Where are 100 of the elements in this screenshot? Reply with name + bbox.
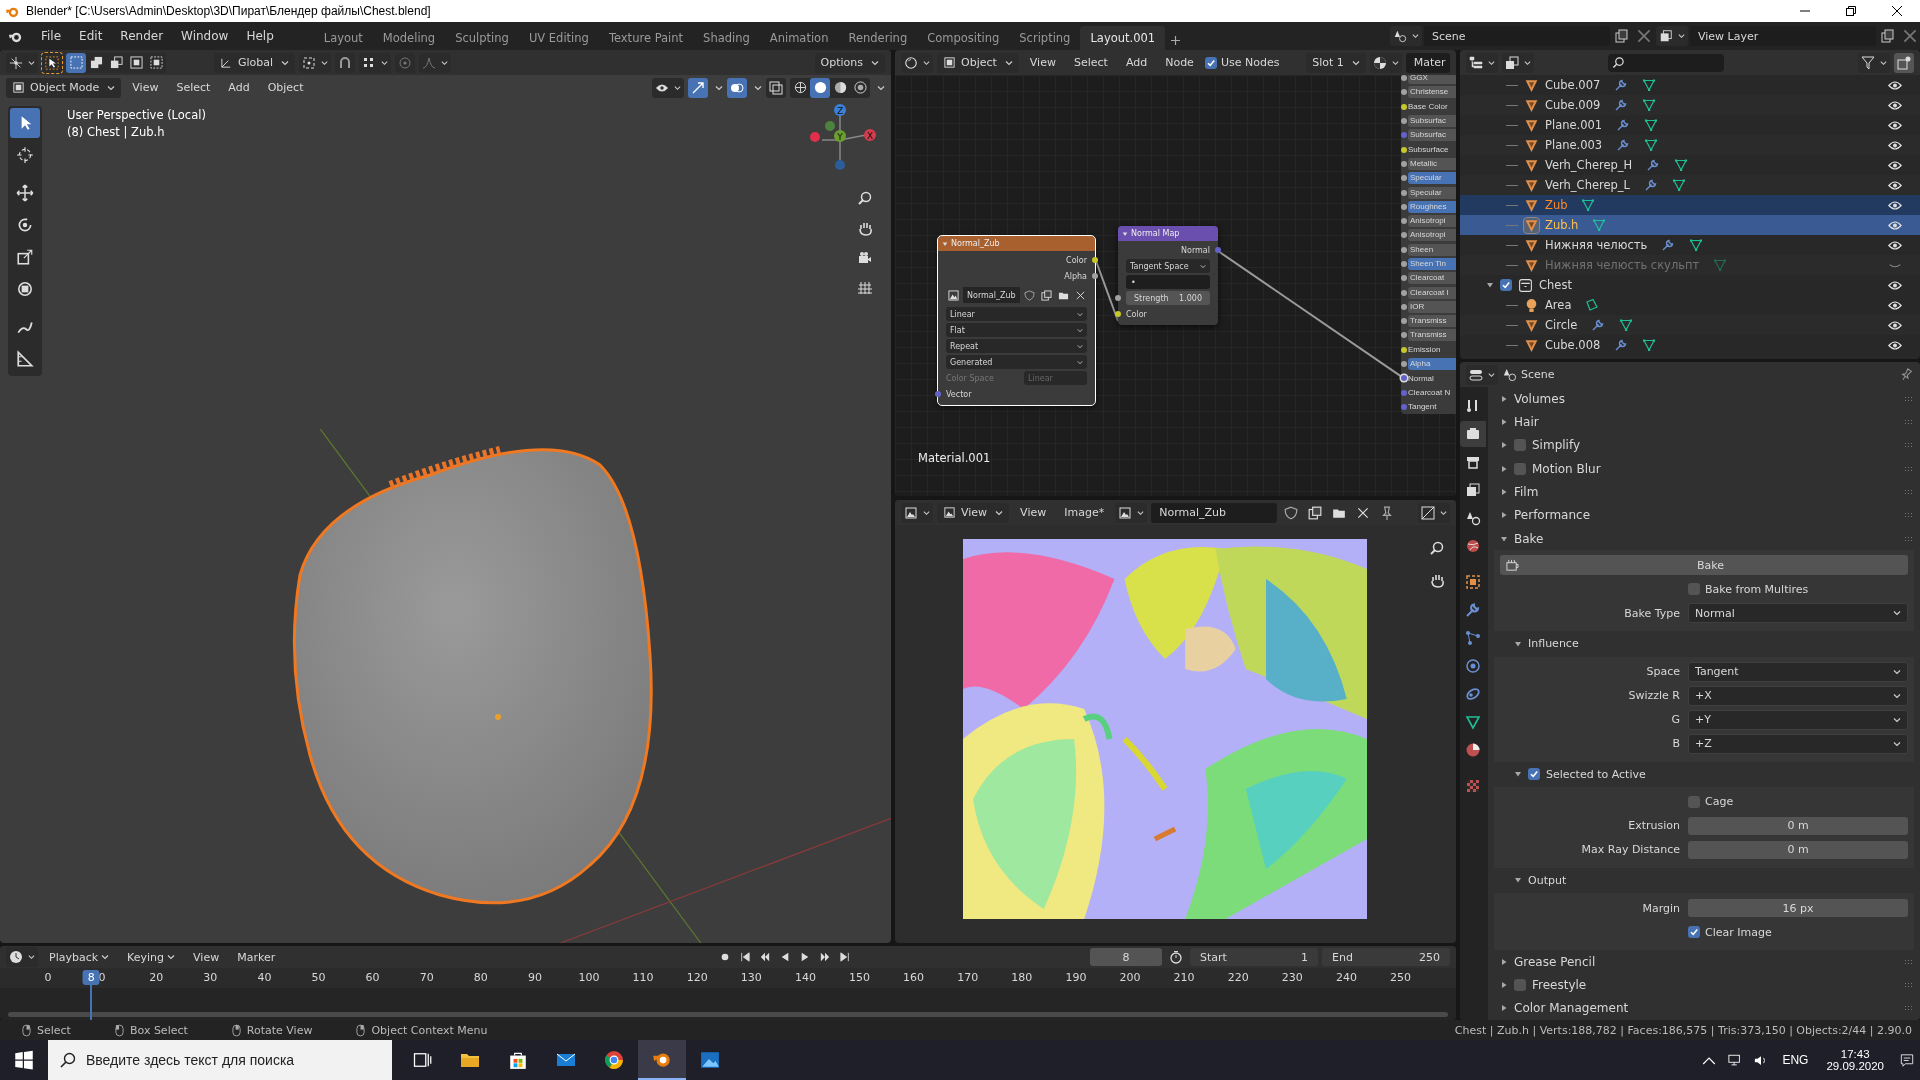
node-input-field[interactable]: Alpha xyxy=(1408,358,1456,371)
dropdown[interactable]: +Z xyxy=(1688,733,1908,754)
view-mode-dropdown[interactable]: View xyxy=(937,502,1010,523)
node-dropdown[interactable]: Generated xyxy=(946,355,1087,369)
outliner-row[interactable]: Zub.h xyxy=(1460,215,1920,235)
node-input-field[interactable]: Subsurfac xyxy=(1408,115,1456,128)
menu-item[interactable]: Help xyxy=(238,26,282,46)
dropdown[interactable]: +X xyxy=(1688,685,1908,706)
workspace-tab[interactable]: Scripting xyxy=(1009,26,1081,50)
checkbox-label[interactable]: Bake from Multires xyxy=(1705,582,1809,596)
image-name-field[interactable]: Normal_Zub xyxy=(963,287,1020,303)
end-frame-field[interactable]: End 250 xyxy=(1322,948,1450,966)
node-input-field[interactable]: Subsurfac xyxy=(1408,129,1456,142)
start-frame-field[interactable]: Start 1 xyxy=(1190,948,1318,966)
options-dropdown[interactable]: Options xyxy=(814,52,885,73)
menu-item[interactable]: Select xyxy=(1066,54,1115,71)
language-indicator[interactable]: ENG xyxy=(1782,1053,1809,1067)
object-name: Zub.h xyxy=(1545,218,1579,232)
node-input-field[interactable]: Metallic xyxy=(1408,157,1456,170)
outliner-row[interactable]: Нижняя челюсть xyxy=(1460,235,1920,255)
outliner-row[interactable]: Cube.007 xyxy=(1460,75,1920,95)
node-input-field[interactable]: Transmiss xyxy=(1408,329,1456,342)
node-input-field[interactable]: Anisotropi xyxy=(1408,215,1456,228)
workspace-tab[interactable]: Layout.001 xyxy=(1080,26,1166,50)
outliner-row[interactable]: Chest xyxy=(1460,275,1920,295)
node-header[interactable]: Normal_Zub xyxy=(938,236,1095,251)
workspace-tab[interactable]: Compositing xyxy=(917,26,1010,50)
node-dropdown[interactable]: Tangent Space xyxy=(1126,259,1210,273)
checkbox-label[interactable]: Cage xyxy=(1705,795,1734,809)
workspace-tab[interactable]: Sculpting xyxy=(445,26,519,50)
menu-item[interactable]: View xyxy=(1013,504,1054,521)
workspace-tab[interactable]: Shading xyxy=(693,26,760,50)
workspace-tab[interactable]: Layout xyxy=(313,26,373,50)
menu-item[interactable]: Add xyxy=(221,79,257,96)
current-frame-field[interactable]: 8 xyxy=(1090,948,1162,966)
workspace-tab[interactable]: Texture Paint xyxy=(598,26,694,50)
node-input-field[interactable]: Sheen xyxy=(1408,243,1456,256)
menu-item[interactable]: Edit xyxy=(71,26,111,46)
node-input-field[interactable]: Specular xyxy=(1408,186,1456,199)
menu-item[interactable]: File xyxy=(33,26,70,46)
node-header[interactable]: Normal Map xyxy=(1118,226,1218,241)
node-input-field[interactable]: Christense xyxy=(1408,86,1456,99)
dropdown[interactable]: Tangent xyxy=(1688,661,1908,682)
slot-dropdown[interactable]: Slot 1 xyxy=(1306,52,1366,73)
menu-item[interactable]: Select xyxy=(169,79,218,96)
shader-type-dropdown[interactable]: Object xyxy=(937,52,1019,73)
outliner-row[interactable]: Plane.001 xyxy=(1460,115,1920,135)
number-field[interactable]: 16 px xyxy=(1688,899,1908,918)
node-input-field[interactable]: Specular xyxy=(1408,172,1456,185)
axis-gizmo-drawing[interactable]: Z Y X xyxy=(800,100,880,180)
node-input-field[interactable]: Clearcoat xyxy=(1408,272,1456,285)
frame-number: 20 xyxy=(149,971,164,984)
number-field[interactable]: 0 m xyxy=(1688,840,1908,859)
menu-item[interactable]: View xyxy=(125,79,166,96)
search-field[interactable]: Введите здесь текст для поиска xyxy=(48,1040,392,1080)
image-name-field[interactable]: Normal_Zub xyxy=(1151,502,1278,523)
menu-item[interactable]: Playback xyxy=(42,948,117,966)
checkbox-label[interactable]: Clear Image xyxy=(1705,925,1772,939)
socket-label: Normal xyxy=(1408,373,1434,383)
view-layer-field[interactable]: View Layer xyxy=(1690,26,1876,46)
mode-dropdown[interactable]: Object Mode xyxy=(6,77,122,98)
menu-item[interactable]: Image* xyxy=(1057,504,1112,521)
workspace-tab[interactable]: Rendering xyxy=(838,26,918,50)
node-dropdown[interactable]: Repeat xyxy=(946,339,1087,353)
menu-item[interactable]: Window xyxy=(173,26,237,46)
node-input-field[interactable]: IOR xyxy=(1408,300,1456,313)
outliner-row[interactable]: Verh_Cherep_H xyxy=(1460,155,1920,175)
outliner-row[interactable]: Zub xyxy=(1460,195,1920,215)
menu-item[interactable]: Node xyxy=(1158,54,1201,71)
clock[interactable]: 17:43 29.09.2020 xyxy=(1826,1048,1884,1072)
orientation-dropdown[interactable]: Global xyxy=(214,52,296,73)
outliner-row[interactable]: Area xyxy=(1460,295,1920,315)
workspace-tab[interactable]: UV Editing xyxy=(518,26,599,50)
workspace-tab[interactable]: Modeling xyxy=(372,26,446,50)
node-input-field[interactable]: GGX xyxy=(1408,75,1456,85)
material-field[interactable]: Mater xyxy=(1405,52,1450,73)
menu-item[interactable]: View xyxy=(1022,54,1063,71)
menu-item[interactable]: Marker xyxy=(230,948,283,966)
bake-button[interactable]: Bake xyxy=(1500,555,1908,576)
checkbox-label[interactable]: Use Nodes xyxy=(1220,56,1280,69)
node-input-field[interactable]: Clearcoat I xyxy=(1408,286,1456,299)
node-input-field[interactable]: Roughnes xyxy=(1408,200,1456,213)
menu-item[interactable]: View xyxy=(186,948,227,966)
menu-item[interactable]: Object xyxy=(260,79,311,96)
menu-item[interactable]: Render xyxy=(112,26,172,46)
node-input-field[interactable]: Transmiss xyxy=(1408,315,1456,328)
dropdown[interactable]: Normal xyxy=(1688,603,1908,624)
menu-item[interactable]: Keying xyxy=(120,948,183,966)
node-dropdown[interactable]: Flat xyxy=(946,323,1087,337)
node-input-field[interactable]: Anisotropi xyxy=(1408,229,1456,242)
dropdown[interactable]: +Y xyxy=(1688,709,1908,730)
workspace-tab[interactable]: Animation xyxy=(759,26,839,50)
node-input-field[interactable]: Sheen Tin xyxy=(1408,258,1456,270)
uv-map-field[interactable]: • xyxy=(1126,275,1210,289)
menu-item[interactable]: Add xyxy=(1118,54,1155,71)
playhead[interactable]: 8 xyxy=(82,970,100,985)
outliner-row[interactable]: Cube.008 xyxy=(1460,335,1920,355)
node-dropdown[interactable]: Linear xyxy=(946,307,1087,321)
scene-field[interactable]: Scene xyxy=(1424,26,1610,46)
number-field[interactable]: 0 m xyxy=(1688,816,1908,835)
